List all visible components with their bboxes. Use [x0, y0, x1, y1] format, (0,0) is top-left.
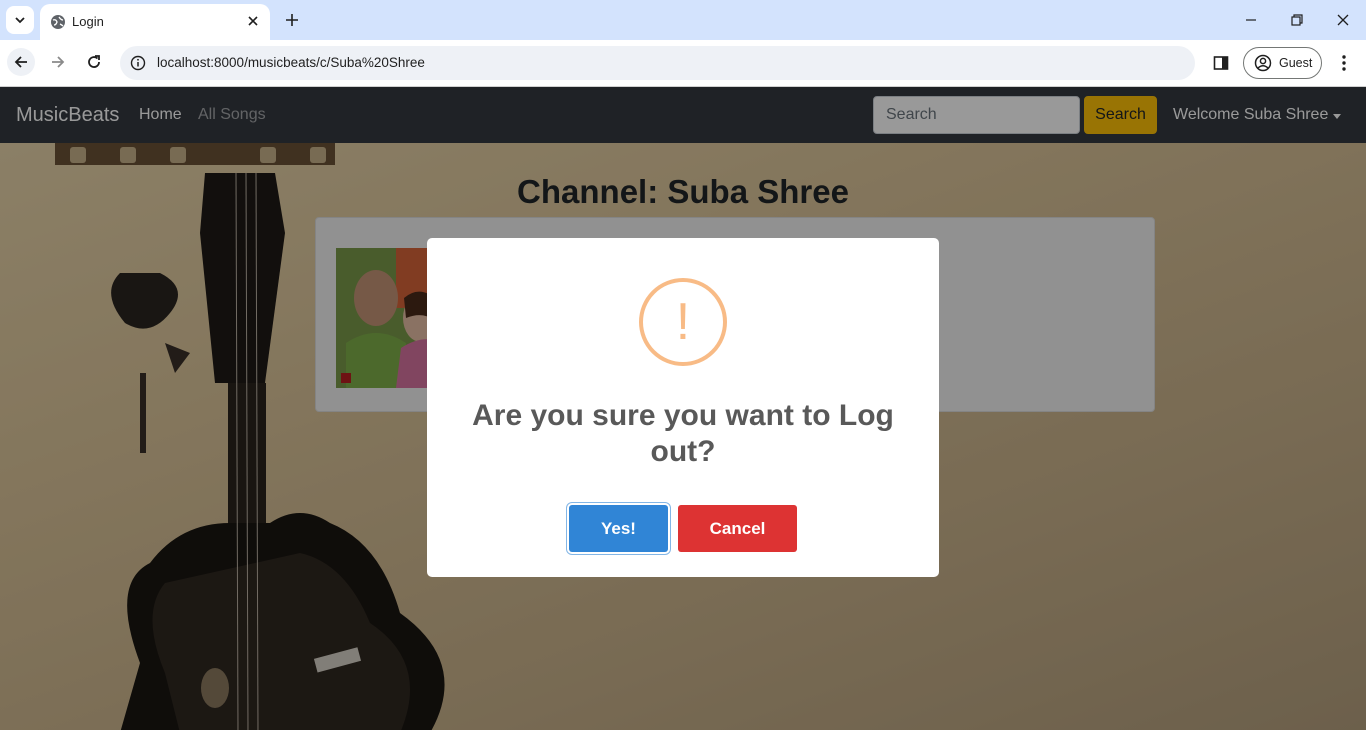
new-tab-button[interactable]	[282, 10, 302, 30]
profile-label: Guest	[1279, 56, 1313, 70]
side-panel-button[interactable]	[1210, 52, 1232, 74]
restore-button[interactable]	[1287, 10, 1307, 30]
address-bar[interactable]: localhost:8000/musicbeats/c/Suba%20Shree	[120, 46, 1195, 80]
tab-search-button[interactable]	[6, 6, 34, 34]
confirm-logout-button[interactable]: Yes!	[569, 505, 668, 552]
profile-button[interactable]: Guest	[1243, 47, 1322, 79]
chevron-down-icon	[15, 17, 25, 24]
user-circle-icon	[1254, 54, 1272, 72]
globe-icon	[51, 15, 65, 29]
close-icon	[1337, 14, 1349, 26]
minimize-icon	[1246, 19, 1256, 21]
site-info-icon[interactable]	[128, 53, 148, 73]
back-button[interactable]	[7, 48, 35, 76]
reload-icon	[88, 55, 100, 68]
browser-menu-button[interactable]	[1333, 52, 1355, 74]
browser-toolbar: localhost:8000/musicbeats/c/Suba%20Shree…	[0, 40, 1366, 87]
page-viewport: MusicBeats Home All Songs Search Welcome…	[0, 87, 1366, 730]
window-close-button[interactable]	[1333, 10, 1353, 30]
side-panel-icon	[1213, 56, 1229, 70]
dialog-title: Are you sure you want to Log out?	[472, 399, 894, 468]
forward-button[interactable]	[44, 48, 72, 76]
logout-confirm-dialog: ! Are you sure you want to Log out? Yes!…	[427, 238, 939, 577]
warning-icon: !	[639, 278, 727, 366]
cancel-button[interactable]: Cancel	[678, 505, 797, 552]
url-text[interactable]: localhost:8000/musicbeats/c/Suba%20Shree	[157, 55, 425, 70]
more-vertical-icon	[1342, 55, 1346, 71]
arrow-left-icon	[14, 56, 27, 68]
close-icon[interactable]	[244, 12, 262, 30]
browser-tab[interactable]: Login	[40, 4, 270, 40]
warning-icon-glyph: !	[675, 293, 691, 351]
plus-icon	[286, 14, 298, 26]
tab-title: Login	[72, 14, 104, 29]
reload-button[interactable]	[80, 48, 108, 76]
restore-icon	[1291, 14, 1303, 26]
minimize-button[interactable]	[1241, 10, 1261, 30]
arrow-right-icon	[52, 56, 65, 68]
browser-tab-strip: Login	[0, 0, 1366, 40]
